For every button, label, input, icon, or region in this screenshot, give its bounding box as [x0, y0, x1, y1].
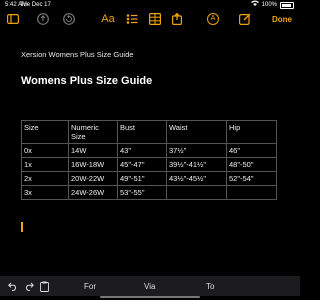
table-row: 1x 16W-18W 45"-47" 39½"-41½" 48"-50" [21, 157, 277, 172]
camera-icon[interactable] [170, 10, 184, 28]
checklist-icon[interactable] [125, 10, 139, 28]
note-subtitle: Xersion Womens Plus Size Guide [21, 50, 134, 59]
table-cell[interactable]: 24W-26W [68, 185, 118, 200]
suggestion-to[interactable]: To [206, 276, 214, 296]
suggestion-via[interactable]: Via [144, 276, 155, 296]
table-row: 2x 20W-22W 49"-51" 43½"-45½" 52"-54" [21, 171, 277, 186]
table-cell[interactable] [226, 185, 277, 200]
text-cursor [21, 222, 23, 232]
table-row: 3x 24W-26W 53"-55" [21, 185, 277, 200]
table-cell[interactable]: 45"-47" [117, 157, 167, 172]
compose-icon[interactable] [238, 10, 252, 28]
table-cell[interactable]: 43" [117, 143, 167, 158]
note-body[interactable]: Xersion Womens Plus Size Guide Womens Pl… [21, 50, 291, 87]
notes-toolbar: Aa A Done [0, 10, 300, 28]
undo-icon[interactable] [62, 10, 76, 28]
battery-icon [280, 1, 294, 9]
size-table[interactable]: Size Numeric Size Bust Waist Hip 0x 14W … [21, 120, 277, 200]
table-cell[interactable]: 48"-50" [226, 157, 277, 172]
format-button[interactable]: Aa [100, 10, 116, 28]
table-cell[interactable]: 39½"-41½" [166, 157, 227, 172]
table-cell[interactable]: 1x [21, 157, 69, 172]
header-hip[interactable]: Hip [226, 120, 277, 144]
table-icon[interactable] [148, 10, 162, 28]
table-cell[interactable]: 49"-51" [117, 171, 167, 186]
table-cell[interactable]: 14W [68, 143, 118, 158]
note-heading: Womens Plus Size Guide [21, 75, 153, 87]
table-row: 0x 14W 43" 37½" 46" [21, 143, 277, 158]
table-cell[interactable]: 37½" [166, 143, 227, 158]
table-cell[interactable]: 16W-18W [68, 157, 118, 172]
redo-key-icon[interactable] [24, 276, 34, 296]
done-button[interactable]: Done [268, 10, 296, 28]
table-cell[interactable]: 0x [21, 143, 69, 158]
suggestion-for[interactable]: For [84, 276, 96, 296]
table-cell[interactable]: 2x [21, 171, 69, 186]
header-waist[interactable]: Waist [166, 120, 227, 144]
table-cell[interactable]: 46" [226, 143, 277, 158]
table-cell[interactable]: 20W-22W [68, 171, 118, 186]
keyboard-shortcut-bar: For Via To [0, 276, 300, 296]
home-indicator [100, 296, 200, 298]
share-circle-icon[interactable] [36, 10, 50, 28]
battery-percent: 100% [261, 2, 277, 8]
status-indicators: 100% [250, 0, 294, 10]
status-date: Tue Dec 17 [20, 2, 51, 8]
status-bar: 5:42 AM Tue Dec 17 100% [0, 0, 300, 10]
header-numeric-size[interactable]: Numeric Size [68, 120, 118, 144]
paste-key-icon[interactable] [40, 276, 49, 296]
table-cell[interactable]: 3x [21, 185, 69, 200]
markup-icon[interactable]: A [206, 10, 220, 28]
header-size[interactable]: Size [21, 120, 69, 144]
header-bust[interactable]: Bust [117, 120, 167, 144]
table-cell[interactable] [166, 185, 227, 200]
wifi-icon [250, 0, 259, 10]
markup-glyph: A [207, 13, 219, 25]
undo-key-icon[interactable] [8, 276, 18, 296]
table-cell[interactable]: 52"-54" [226, 171, 277, 186]
table-cell[interactable]: 53"-55" [117, 185, 167, 200]
table-header-row: Size Numeric Size Bust Waist Hip [21, 120, 277, 144]
sidebar-icon[interactable] [6, 10, 20, 28]
table-cell[interactable]: 43½"-45½" [166, 171, 227, 186]
